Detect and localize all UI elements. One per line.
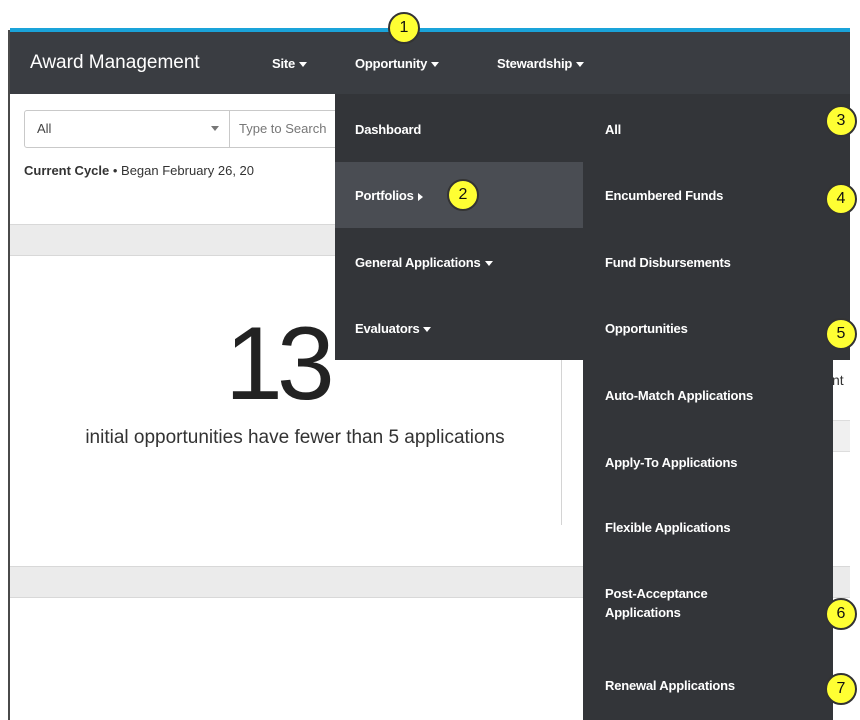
app-brand[interactable]: Award Management: [30, 52, 200, 74]
current-cycle-info: Current Cycle • Began February 26, 20: [24, 163, 254, 178]
callout-marker-4: 4: [825, 183, 857, 215]
page-frame-left-border: [8, 30, 10, 720]
stat-value: 13: [225, 306, 335, 422]
callout-marker-3: 3: [825, 105, 857, 137]
submenu-item-all[interactable]: All: [605, 122, 621, 137]
nav-item-opportunity[interactable]: Opportunity: [355, 56, 440, 71]
callout-marker-7: 7: [825, 673, 857, 705]
submenu-item-post-acceptance-applications[interactable]: Post-Acceptance Applications: [605, 585, 740, 623]
chevron-down-icon: [431, 62, 440, 68]
nav-item-site-label: Site: [272, 56, 296, 71]
callout-marker-6: 6: [825, 598, 857, 630]
menu-item-evaluators-label: Evaluators: [355, 321, 420, 336]
category-select[interactable]: All: [25, 111, 230, 147]
chevron-down-icon: [211, 126, 219, 131]
submenu-item-encumbered-funds[interactable]: Encumbered Funds: [605, 188, 723, 203]
nav-item-opportunity-label: Opportunity: [355, 56, 428, 71]
nav-item-stewardship-label: Stewardship: [497, 56, 573, 71]
submenu-item-renewal-applications[interactable]: Renewal Applications: [605, 678, 735, 693]
top-navigation-bar: Award Management Site Opportunity Stewar…: [10, 32, 850, 94]
menu-item-evaluators[interactable]: Evaluators: [355, 321, 432, 336]
submenu-item-flexible-applications[interactable]: Flexible Applications: [605, 520, 731, 535]
submenu-item-fund-disbursements[interactable]: Fund Disbursements: [605, 255, 731, 270]
chevron-down-icon: [484, 261, 493, 267]
nav-item-site[interactable]: Site: [272, 56, 308, 71]
chevron-right-icon: [417, 192, 423, 201]
menu-item-portfolios-label: Portfolios: [355, 188, 414, 203]
submenu-item-apply-to-applications[interactable]: Apply-To Applications: [605, 455, 737, 470]
category-select-value: All: [37, 121, 52, 136]
search-filter-bar: All Type to Search: [24, 110, 354, 148]
cycle-began-text: Began February 26, 20: [121, 163, 255, 178]
menu-item-portfolios[interactable]: Portfolios: [355, 188, 423, 203]
menu-item-general-applications[interactable]: General Applications: [355, 255, 493, 270]
chevron-down-icon: [299, 62, 308, 68]
submenu-item-opportunities[interactable]: Opportunities: [605, 321, 688, 336]
cycle-separator: •: [109, 163, 122, 178]
callout-marker-2: 2: [447, 179, 479, 211]
cycle-label: Current Cycle: [24, 163, 110, 178]
submenu-item-auto-match-applications[interactable]: Auto-Match Applications: [605, 388, 753, 403]
right-panel-band: [832, 420, 850, 452]
chevron-down-icon: [423, 327, 432, 333]
menu-item-dashboard[interactable]: Dashboard: [355, 122, 421, 137]
callout-marker-5: 5: [825, 318, 857, 350]
right-panel-text-fragment: nt: [832, 372, 844, 388]
menu-item-general-applications-label: General Applications: [355, 255, 481, 270]
callout-marker-1: 1: [388, 12, 420, 44]
chevron-down-icon: [576, 62, 585, 68]
stat-description: initial opportunities have fewer than 5 …: [85, 427, 505, 448]
nav-item-stewardship[interactable]: Stewardship: [497, 56, 585, 71]
